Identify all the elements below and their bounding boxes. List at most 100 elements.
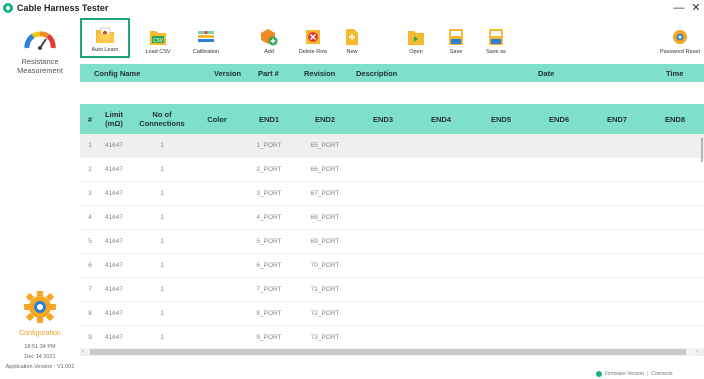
- scroll-right-icon[interactable]: ›: [696, 348, 698, 356]
- cell-limit[interactable]: 41647: [100, 158, 128, 182]
- cell-end2[interactable]: 69_PORT: [302, 230, 348, 254]
- table-row[interactable]: 4 41647 1 4_PORT 68_PORT: [80, 206, 704, 230]
- cell-end2[interactable]: 65_PORT: [302, 134, 348, 158]
- calibration-button[interactable]: Calibration: [186, 18, 226, 58]
- cell-index: 9: [88, 334, 92, 341]
- cell-end1[interactable]: 8_PORT: [246, 302, 292, 326]
- cell-index: 2: [88, 166, 92, 173]
- cell-limit[interactable]: 41647: [100, 254, 128, 278]
- cell-limit[interactable]: 41647: [100, 206, 128, 230]
- cell-limit[interactable]: 41647: [100, 134, 128, 158]
- cell-connections[interactable]: 1: [134, 230, 190, 254]
- auto-learn-button[interactable]: Auto Learn: [80, 18, 130, 58]
- cell-end2[interactable]: 70_PORT: [302, 254, 348, 278]
- cell-end1[interactable]: 7_PORT: [246, 278, 292, 302]
- cell-connections[interactable]: 1: [134, 134, 190, 158]
- cell-end1[interactable]: 6_PORT: [246, 254, 292, 278]
- col-index[interactable]: #: [80, 104, 100, 134]
- window-title: Cable Harness Tester: [17, 3, 109, 13]
- cell-end2[interactable]: 71_PORT: [302, 278, 348, 302]
- cell-limit[interactable]: 41647: [100, 182, 128, 206]
- password-reset-button[interactable]: Password Reset: [658, 18, 702, 58]
- clock-time: 18:51:34 PM: [24, 344, 56, 350]
- table-row[interactable]: 1 41647 1 1_PORT 65_PORT: [80, 134, 704, 158]
- add-button[interactable]: Add: [256, 18, 282, 58]
- col-end3[interactable]: END3: [360, 104, 406, 134]
- col-limit-line1: Limit: [105, 110, 123, 119]
- col-end1[interactable]: END1: [246, 104, 292, 134]
- save-as-button[interactable]: Save as: [482, 18, 510, 58]
- save-as-icon: [489, 29, 503, 45]
- table-row[interactable]: 7 41647 1 7_PORT 71_PORT: [80, 278, 704, 302]
- cell-end1[interactable]: 4_PORT: [246, 206, 292, 230]
- col-end8[interactable]: END8: [652, 104, 698, 134]
- table-row[interactable]: 3 41647 1 3_PORT 67_PORT: [80, 182, 704, 206]
- open-button[interactable]: Open: [404, 18, 428, 58]
- table-row[interactable]: 6 41647 1 6_PORT 70_PORT: [80, 254, 704, 278]
- time-label: Time: [666, 69, 684, 78]
- cell-connections[interactable]: 1: [134, 302, 190, 326]
- load-csv-button[interactable]: CSV Load CSV: [140, 18, 176, 58]
- horizontal-scroll-thumb[interactable]: [90, 349, 686, 355]
- password-reset-label: Password Reset: [659, 49, 701, 55]
- new-button[interactable]: New: [340, 18, 364, 58]
- cell-end1[interactable]: 1_PORT: [246, 134, 292, 158]
- close-button[interactable]: ✕: [690, 1, 702, 15]
- status-separator: |: [646, 371, 649, 377]
- cell-end2[interactable]: 66_PORT: [302, 158, 348, 182]
- cell-limit[interactable]: 41647: [100, 302, 128, 326]
- cell-limit[interactable]: 41647: [100, 230, 128, 254]
- save-button[interactable]: Save: [444, 18, 468, 58]
- cell-end2[interactable]: 72_PORT: [302, 302, 348, 326]
- col-end6[interactable]: END6: [536, 104, 582, 134]
- load-csv-label: Load CSV: [145, 49, 171, 55]
- col-limit[interactable]: Limit (mΩ): [100, 104, 128, 134]
- cell-end2[interactable]: 67_PORT: [302, 182, 348, 206]
- nav-resistance-measurement[interactable]: Resistance Measurement: [0, 26, 80, 75]
- firmware-version-label: Firmware Version: [605, 371, 644, 377]
- save-label: Save: [449, 49, 463, 55]
- col-end2[interactable]: END2: [302, 104, 348, 134]
- table-row[interactable]: 2 41647 1 2_PORT 66_PORT: [80, 158, 704, 182]
- vertical-scroll-thumb[interactable]: [701, 138, 703, 162]
- col-end7[interactable]: END7: [594, 104, 640, 134]
- cell-end1[interactable]: 3_PORT: [246, 182, 292, 206]
- cell-end1[interactable]: 5_PORT: [246, 230, 292, 254]
- scroll-left-icon[interactable]: ‹: [82, 348, 84, 356]
- version-label: Version: [214, 69, 242, 78]
- cell-end1[interactable]: 9_PORT: [246, 326, 292, 350]
- cell-end2[interactable]: 73_PORT: [302, 326, 348, 350]
- col-connections[interactable]: No of Connections: [134, 104, 190, 134]
- cell-connections[interactable]: 1: [134, 326, 190, 350]
- cell-limit[interactable]: 41647: [100, 326, 128, 350]
- table-row[interactable]: 9 41647 1 9_PORT 73_PORT: [80, 326, 704, 350]
- col-end4[interactable]: END4: [418, 104, 464, 134]
- resistance-label-2: Measurement: [17, 66, 63, 75]
- table-row[interactable]: 5 41647 1 5_PORT 69_PORT: [80, 230, 704, 254]
- cell-connections[interactable]: 1: [134, 254, 190, 278]
- cell-connections[interactable]: 1: [134, 206, 190, 230]
- cell-connections[interactable]: 1: [134, 158, 190, 182]
- horizontal-scrollbar[interactable]: ‹ ›: [80, 348, 704, 356]
- delete-row-button[interactable]: Delete Row: [296, 18, 330, 58]
- revision-label: Revision: [304, 69, 336, 78]
- app-window: Cable Harness Tester — ✕ Resistance Meas…: [0, 0, 704, 379]
- configuration-label: Configuration: [19, 330, 61, 337]
- config-header: Config Name Version Part # Revision Desc…: [80, 64, 704, 82]
- minimize-button[interactable]: —: [673, 1, 685, 15]
- cell-connections[interactable]: 1: [134, 182, 190, 206]
- cell-end2[interactable]: 68_PORT: [302, 206, 348, 230]
- col-end5[interactable]: END5: [478, 104, 524, 134]
- save-icon: [449, 29, 463, 45]
- nav-configuration[interactable]: Configuration: [0, 290, 80, 338]
- connection-status: Connecte: [651, 371, 673, 377]
- col-color[interactable]: Color: [194, 104, 240, 134]
- gear-icon: [24, 291, 56, 323]
- open-label: Open: [409, 49, 423, 55]
- status-indicator-icon: [596, 371, 602, 377]
- table-row[interactable]: 8 41647 1 8_PORT 72_PORT: [80, 302, 704, 326]
- cell-connections[interactable]: 1: [134, 278, 190, 302]
- cell-end1[interactable]: 2_PORT: [246, 158, 292, 182]
- cell-limit[interactable]: 41647: [100, 278, 128, 302]
- app-version: Application Version : V1.001: [5, 364, 75, 370]
